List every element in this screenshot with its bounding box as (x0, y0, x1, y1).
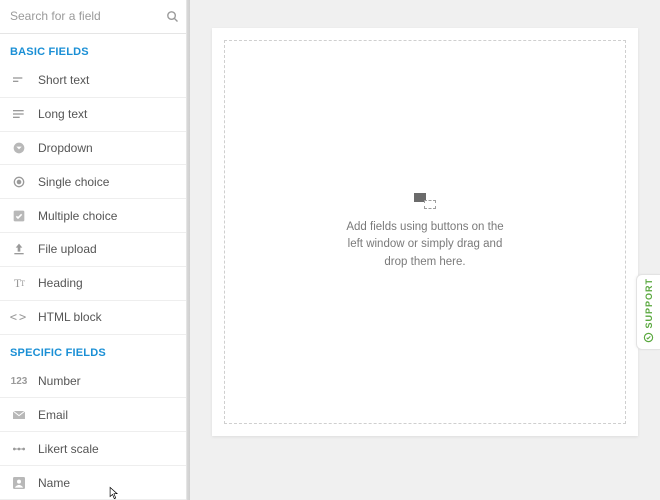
search-input[interactable] (10, 9, 165, 23)
support-icon (643, 332, 654, 346)
field-label: Heading (38, 276, 83, 290)
drag-drop-icon (414, 193, 436, 209)
field-label: Email (38, 408, 68, 422)
section-label-specific: SPECIFIC FIELDS (0, 335, 190, 365)
field-label: Long text (38, 107, 87, 121)
dropzone-text: Add fields using buttons on the left win… (345, 219, 505, 271)
field-label: Multiple choice (38, 209, 117, 223)
canvas-card: Add fields using buttons on the left win… (212, 28, 638, 436)
name-icon (10, 474, 28, 492)
long-text-icon (10, 105, 28, 123)
field-number[interactable]: 123 Number (0, 365, 190, 399)
field-long-text[interactable]: Long text (0, 98, 190, 132)
search-icon[interactable] (165, 8, 180, 24)
email-icon (10, 406, 28, 424)
field-label: Dropdown (38, 141, 93, 155)
field-label: File upload (38, 242, 97, 256)
field-dropdown[interactable]: Dropdown (0, 132, 190, 166)
support-tab[interactable]: SUPPORT (636, 274, 660, 350)
field-single-choice[interactable]: Single choice (0, 165, 190, 199)
short-text-icon (10, 71, 28, 89)
field-label: Short text (38, 73, 89, 87)
code-icon: <> (10, 308, 28, 326)
search-row (0, 0, 190, 34)
number-icon: 123 (10, 372, 28, 390)
field-html-block[interactable]: <> HTML block (0, 301, 190, 335)
field-heading[interactable]: TT Heading (0, 267, 190, 301)
upload-icon (10, 240, 28, 258)
dropdown-icon (10, 139, 28, 157)
section-label-basic: BASIC FIELDS (0, 34, 190, 64)
field-label: Single choice (38, 175, 109, 189)
heading-icon: TT (10, 274, 28, 292)
field-label: Number (38, 374, 81, 388)
field-file-upload[interactable]: File upload (0, 233, 190, 267)
support-label: SUPPORT (644, 278, 654, 329)
canvas-area: Add fields using buttons on the left win… (190, 0, 660, 500)
field-email[interactable]: Email (0, 398, 190, 432)
checkbox-icon (10, 207, 28, 225)
field-multiple-choice[interactable]: Multiple choice (0, 199, 190, 233)
sidebar: BASIC FIELDS Short text Long text Dropdo… (0, 0, 190, 500)
radio-icon (10, 173, 28, 191)
field-name[interactable]: Name (0, 466, 190, 500)
field-label: Likert scale (38, 442, 99, 456)
field-label: Name (38, 476, 70, 490)
field-short-text[interactable]: Short text (0, 64, 190, 98)
field-label: HTML block (38, 310, 102, 324)
form-dropzone[interactable]: Add fields using buttons on the left win… (224, 40, 626, 424)
likert-icon (10, 440, 28, 458)
field-likert-scale[interactable]: Likert scale (0, 432, 190, 466)
